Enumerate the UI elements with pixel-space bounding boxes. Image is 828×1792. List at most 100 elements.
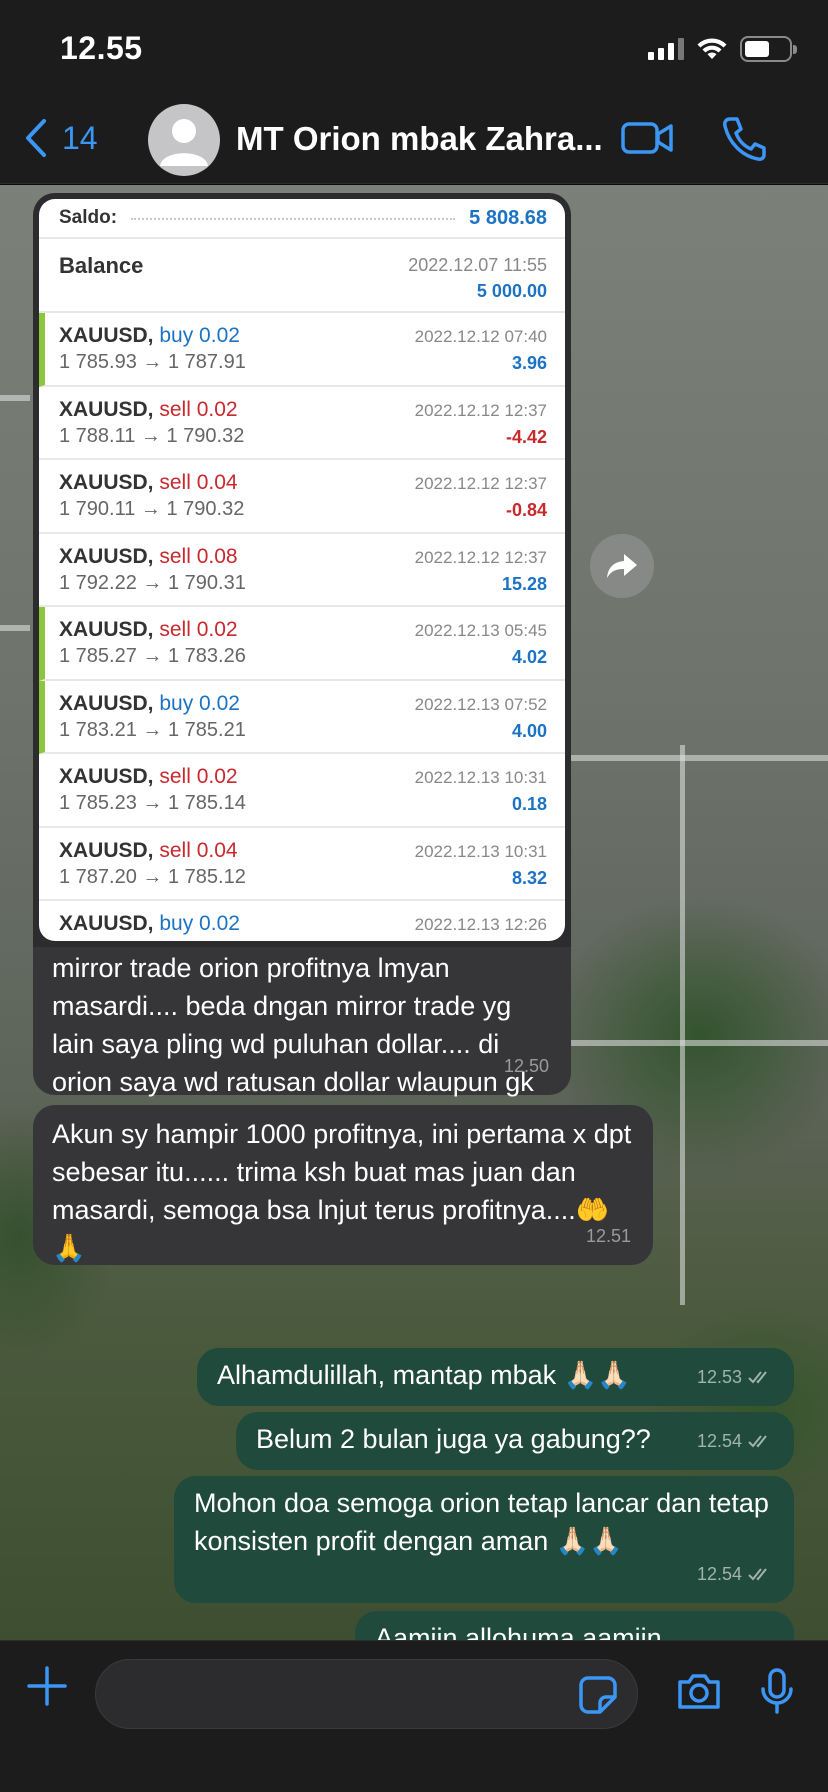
trade-prices: 1 790.11 → 1 790.32: [59, 498, 245, 520]
wallpaper-shelf: [0, 625, 30, 631]
trade-prices: 1 785.23 → 1 785.14: [59, 792, 246, 814]
trade-side: sell 0.08: [159, 544, 238, 568]
trade-row: XAUUSD, sell 0.04 1 790.11 → 1 790.32 2022…: [39, 460, 565, 534]
microphone-icon: [761, 1668, 793, 1714]
trade-prices: 1 788.11 → 1 790.32: [59, 424, 245, 447]
back-chevron-icon: [26, 119, 46, 157]
sticker-button[interactable]: [578, 1675, 618, 1720]
wifi-icon: [697, 38, 727, 59]
status-icons: [648, 36, 797, 62]
balance-amount: 5 000.00: [476, 281, 547, 301]
trade-side: buy 0.02: [159, 691, 240, 715]
saldo-value: 5 808.68: [469, 206, 547, 229]
trade-symbol: XAUUSD, sell 0.02: [59, 765, 238, 788]
message-bubble-outgoing[interactable]: Mohon doa semoga orion tetap lancar dan …: [174, 1476, 794, 1603]
back-button[interactable]: 14: [24, 118, 98, 158]
message-input[interactable]: [95, 1659, 638, 1729]
saldo-row: Saldo: 5 808.68: [39, 199, 565, 239]
trade-side: buy 0.02: [159, 324, 240, 347]
message-text: Mohon doa semoga orion tetap lancar dan …: [194, 1488, 769, 1556]
trade-row: XAUUSD, sell 0.02 1 788.11 → 1 790.32 2022…: [39, 387, 565, 460]
attach-button[interactable]: [26, 1665, 68, 1712]
message-bubble-outgoing[interactable]: Aamiin allohuma aamiin: [355, 1611, 794, 1640]
trade-prices: 1 783.21 → 1 785.21: [59, 718, 246, 741]
trade-profit: -4.42: [505, 426, 547, 447]
forward-button[interactable]: [590, 534, 654, 598]
trade-side: sell 0.04: [159, 471, 238, 494]
composer-bar: [0, 1640, 828, 1792]
trade-row: XAUUSD, buy 0.02 2022.12.13 12:26: [39, 901, 565, 941]
message-bubble-outgoing[interactable]: Belum 2 bulan juga ya gabung?? 12.54: [236, 1412, 794, 1470]
message-text: Aamiin allohuma aamiin: [375, 1623, 662, 1640]
chat-area[interactable]: Saldo: 5 808.68 Balance 2022.12.07 11:55…: [0, 185, 828, 1640]
trade-side: sell 0.02: [159, 618, 238, 641]
message-bubble-incoming[interactable]: mirror trade orion profitnya lmyan masar…: [33, 947, 571, 1135]
wallpaper-shelf: [680, 745, 685, 1305]
balance-date: 2022.12.07 11:55: [408, 255, 547, 275]
saldo-label: Saldo:: [59, 207, 118, 228]
trade-symbol: XAUUSD, buy 0.02: [59, 691, 240, 715]
trade-symbol: XAUUSD, sell 0.04: [59, 471, 238, 494]
dotted-leader: [131, 216, 456, 220]
chat-header: 14 MT Orion mbak Zahra...: [0, 96, 828, 184]
read-receipt-icon: [748, 1371, 767, 1384]
wallpaper-shelf: [0, 395, 30, 401]
trade-symbol: XAUUSD, buy 0.02: [59, 912, 240, 935]
trade-profit: 15.28: [501, 573, 547, 594]
trade-profit: 4.00: [511, 720, 547, 741]
status-bar: 12.55: [0, 0, 828, 96]
trade-list: XAUUSD, buy 0.02 1 785.93 → 1 787.91 2022.…: [39, 313, 565, 941]
battery-icon: [740, 36, 797, 62]
trade-symbol: XAUUSD, sell 0.02: [59, 397, 238, 421]
message-meta: 12.54: [697, 1422, 772, 1460]
forward-icon: [607, 554, 637, 578]
camera-icon: [678, 1674, 720, 1709]
trade-profit: 3.96: [511, 353, 547, 373]
message-meta: 12.53: [697, 1358, 772, 1396]
message-bubble-outgoing[interactable]: Alhamdulillah, mantap mbak 🙏🏻🙏🏻 12.53: [197, 1348, 794, 1406]
trade-row: XAUUSD, buy 0.02 1 785.93 → 1 787.91 2022.…: [39, 313, 565, 387]
trade-date: 2022.12.13 10:31: [414, 768, 547, 787]
trade-row: XAUUSD, sell 0.02 1 785.23 → 1 785.14 2022…: [39, 754, 565, 828]
message-meta: 12.51: [586, 1217, 631, 1255]
message-time: 12.50: [503, 1056, 549, 1076]
balance-label: Balance: [59, 253, 144, 278]
message-text: Belum 2 bulan juga ya gabung??: [256, 1424, 651, 1454]
balance-row: Balance 2022.12.07 11:55 5 000.00: [39, 239, 565, 313]
trade-profit: -0.84: [505, 500, 547, 520]
chat-title[interactable]: MT Orion mbak Zahra...: [236, 120, 603, 158]
trade-date: 2022.12.13 10:31: [414, 841, 547, 861]
sticker-icon: [579, 1676, 617, 1714]
status-time: 12.55: [60, 30, 143, 66]
cellular-signal-icon: [648, 38, 684, 60]
message-bubble-incoming[interactable]: Akun sy hampir 1000 profitnya, ini perta…: [33, 1105, 653, 1265]
trade-prices: 1 792.22 → 1 790.31: [59, 571, 246, 594]
trade-symbol: XAUUSD, sell 0.04: [59, 838, 238, 862]
camera-button[interactable]: [676, 1671, 722, 1716]
trade-prices: 1 787.20 → 1 785.12: [59, 865, 246, 888]
voice-call-button[interactable]: [720, 114, 766, 167]
image-message[interactable]: Saldo: 5 808.68 Balance 2022.12.07 11:55…: [33, 193, 571, 947]
message-meta: 12.54: [697, 1555, 772, 1593]
trade-date: 2022.12.12 12:37: [414, 474, 547, 493]
video-call-button[interactable]: [620, 118, 674, 163]
wallpaper-shelf: [570, 1040, 828, 1046]
trade-profit: 8.32: [511, 867, 547, 888]
trade-profit: 0.18: [511, 794, 547, 814]
trade-date: 2022.12.13 05:45: [414, 621, 547, 640]
avatar[interactable]: [148, 104, 220, 176]
voice-message-button[interactable]: [760, 1667, 794, 1720]
trade-side: sell 0.02: [159, 765, 238, 788]
trade-side: buy 0.02: [159, 912, 240, 935]
trade-prices: 1 785.27 → 1 783.26: [59, 645, 246, 667]
trade-symbol: XAUUSD, buy 0.02: [59, 324, 240, 347]
message-time: 12.53: [696, 1367, 742, 1387]
trade-row: XAUUSD, sell 0.02 1 785.27 → 1 783.26 2022…: [39, 607, 565, 681]
message-time: 12.51: [585, 1226, 631, 1246]
message-meta: 12.50: [504, 1047, 549, 1085]
unread-count: 14: [62, 119, 98, 156]
trade-date: 2022.12.12 12:37: [414, 547, 547, 567]
trade-side: sell 0.02: [159, 397, 238, 421]
video-call-icon: [621, 122, 673, 154]
message-time: 12.54: [696, 1564, 742, 1584]
